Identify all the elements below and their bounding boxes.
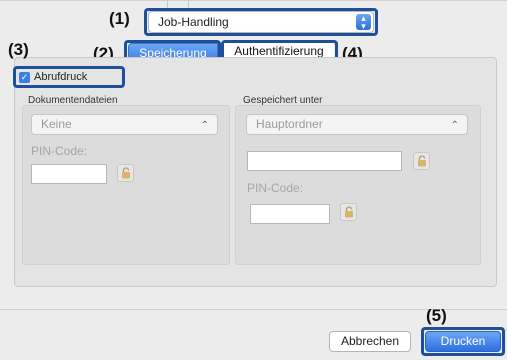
abrufdruck-checkbox[interactable]: ✓	[19, 72, 30, 83]
callout-3: (3)	[8, 40, 29, 59]
pin-code-field-right[interactable]	[250, 204, 330, 224]
lock-icon[interactable]	[340, 203, 357, 221]
lock-icon[interactable]	[413, 152, 430, 170]
print-button[interactable]: Drucken	[425, 331, 501, 352]
select-value: Keine	[41, 117, 72, 131]
save-location-select[interactable]: Hauptordner ⌃	[246, 114, 468, 135]
pin-code-label: PIN-Code:	[31, 144, 88, 158]
select-arrows-icon: ⌃	[450, 120, 459, 131]
callout-1: (1)	[109, 9, 130, 28]
top-tick	[167, 0, 168, 8]
cancel-button[interactable]: Abbrechen	[329, 331, 411, 352]
lock-icon[interactable]	[117, 164, 134, 182]
folder-name-field[interactable]	[247, 151, 402, 171]
select-arrows-icon: ⌃	[200, 120, 209, 131]
pin-code-field-left[interactable]	[31, 164, 107, 184]
abrufdruck-label: Abrufdruck	[34, 71, 88, 83]
job-handling-popup[interactable]: Job-Handling ▴ ▾	[148, 11, 374, 33]
popup-value: Job-Handling	[158, 15, 229, 29]
stepper-arrows-icon: ▴ ▾	[356, 14, 371, 31]
top-tick	[188, 0, 189, 8]
document-files-select[interactable]: Keine ⌃	[31, 114, 218, 135]
pin-code-label: PIN-Code:	[247, 181, 304, 195]
top-separator	[0, 0, 507, 1]
select-value: Hauptordner	[256, 117, 323, 131]
callout-5: (5)	[426, 306, 447, 325]
